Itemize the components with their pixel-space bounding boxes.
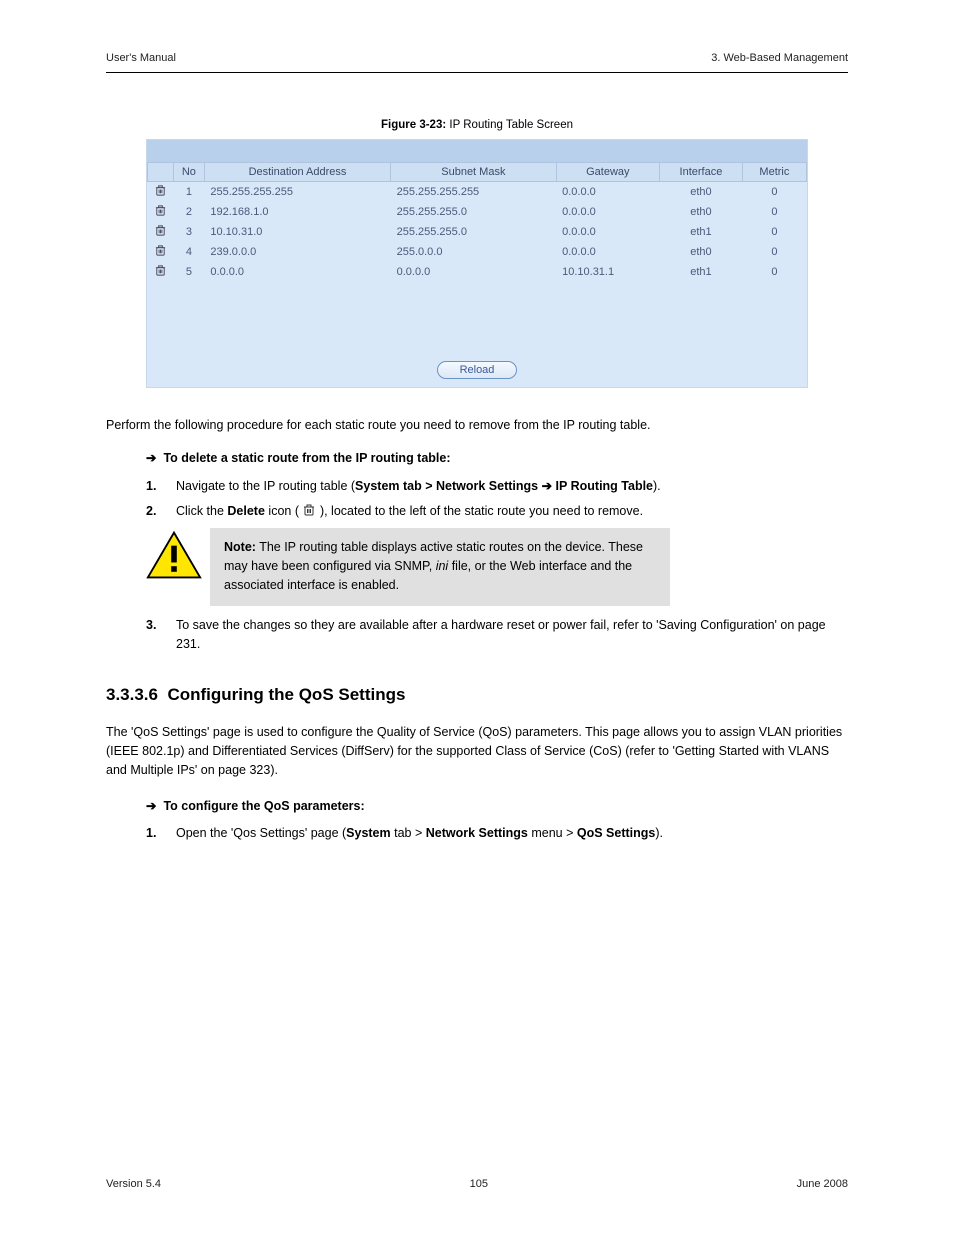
qos-paragraph: The 'QoS Settings' page is used to confi… xyxy=(106,723,848,781)
warning-note: Note: The IP routing table displays acti… xyxy=(146,528,848,606)
col-header-gateway: Gateway xyxy=(556,163,659,182)
intro-paragraph: Perform the following procedure for each… xyxy=(106,416,848,435)
cell-dest: 0.0.0.0 xyxy=(204,262,390,282)
page-footer: Version 5.4 105 June 2008 xyxy=(106,1178,848,1190)
cell-dest: 239.0.0.0 xyxy=(204,242,390,262)
col-header-interface: Interface xyxy=(660,163,743,182)
step-2: 2. Click the Delete icon ( ), located to… xyxy=(146,502,848,521)
reload-button[interactable]: Reload xyxy=(437,361,517,379)
cell-gw: 0.0.0.0 xyxy=(556,222,659,242)
section-heading-qos: 3.3.3.6 Configuring the QoS Settings xyxy=(106,682,848,708)
right-arrow-icon: ➔ xyxy=(146,451,156,465)
cell-mask: 255.255.255.0 xyxy=(391,222,557,242)
col-header-blank xyxy=(148,163,174,182)
cell-gw: 0.0.0.0 xyxy=(556,242,659,262)
right-arrow-icon: ➔ xyxy=(146,799,156,813)
cell-mask: 255.255.255.255 xyxy=(391,182,557,203)
cell-mask: 0.0.0.0 xyxy=(391,262,557,282)
figure-caption: Figure 3-23: IP Routing Table Screen xyxy=(106,119,848,131)
cell-iface: eth0 xyxy=(660,202,743,222)
cell-metric: 0 xyxy=(742,242,806,262)
footer-date: June 2008 xyxy=(797,1178,848,1190)
cell-metric: 0 xyxy=(742,222,806,242)
cell-dest: 255.255.255.255 xyxy=(204,182,390,203)
col-header-metric: Metric xyxy=(742,163,806,182)
cell-iface: eth0 xyxy=(660,242,743,262)
table-row: 1 255.255.255.255 255.255.255.255 0.0.0.… xyxy=(148,182,807,203)
footer-page-number: 105 xyxy=(470,1178,488,1190)
table-row: 5 0.0.0.0 0.0.0.0 10.10.31.1 eth1 0 xyxy=(148,262,807,282)
cell-gw: 0.0.0.0 xyxy=(556,202,659,222)
cell-iface: eth1 xyxy=(660,222,743,242)
cell-iface: eth0 xyxy=(660,182,743,203)
cell-metric: 0 xyxy=(742,262,806,282)
cell-no: 4 xyxy=(173,242,204,262)
delete-procedure-title: ➔ To delete a static route from the IP r… xyxy=(146,449,848,468)
right-arrow-icon: ➔ xyxy=(542,479,552,493)
header-doc-title: User's Manual xyxy=(106,52,176,64)
cell-no: 5 xyxy=(173,262,204,282)
ip-routing-screenshot: No Destination Address Subnet Mask Gatew… xyxy=(146,139,808,388)
col-header-dest: Destination Address xyxy=(204,163,390,182)
ip-routing-table: No Destination Address Subnet Mask Gatew… xyxy=(147,162,807,282)
qos-procedure-title: ➔ To configure the QoS parameters: xyxy=(146,797,848,816)
trash-icon xyxy=(302,503,316,517)
table-row: 4 239.0.0.0 255.0.0.0 0.0.0.0 eth0 0 xyxy=(148,242,807,262)
delete-icon[interactable] xyxy=(154,188,167,200)
step-3: 3. To save the changes so they are avail… xyxy=(146,616,848,655)
cell-gw: 10.10.31.1 xyxy=(556,262,659,282)
warning-triangle-icon xyxy=(146,530,202,580)
cell-dest: 10.10.31.0 xyxy=(204,222,390,242)
cell-iface: eth1 xyxy=(660,262,743,282)
cell-no: 2 xyxy=(173,202,204,222)
cell-mask: 255.0.0.0 xyxy=(391,242,557,262)
col-header-mask: Subnet Mask xyxy=(391,163,557,182)
cell-no: 1 xyxy=(173,182,204,203)
delete-icon[interactable] xyxy=(154,268,167,280)
cell-metric: 0 xyxy=(742,182,806,203)
cell-metric: 0 xyxy=(742,202,806,222)
delete-icon[interactable] xyxy=(154,248,167,260)
delete-icon[interactable] xyxy=(154,228,167,240)
cell-mask: 255.255.255.0 xyxy=(391,202,557,222)
step-1: 1. Navigate to the IP routing table (Sys… xyxy=(146,477,848,496)
header-product: 3. Web-Based Management xyxy=(711,52,848,64)
cell-no: 3 xyxy=(173,222,204,242)
cell-dest: 192.168.1.0 xyxy=(204,202,390,222)
table-row: 2 192.168.1.0 255.255.255.0 0.0.0.0 eth0… xyxy=(148,202,807,222)
table-row: 3 10.10.31.0 255.255.255.0 0.0.0.0 eth1 … xyxy=(148,222,807,242)
screenshot-titlebar xyxy=(147,140,807,162)
qos-step-1: 1. Open the 'Qos Settings' page (System … xyxy=(146,824,848,843)
cell-gw: 0.0.0.0 xyxy=(556,182,659,203)
col-header-no: No xyxy=(173,163,204,182)
footer-version: Version 5.4 xyxy=(106,1178,161,1190)
delete-icon[interactable] xyxy=(154,208,167,220)
header-divider xyxy=(106,72,848,73)
